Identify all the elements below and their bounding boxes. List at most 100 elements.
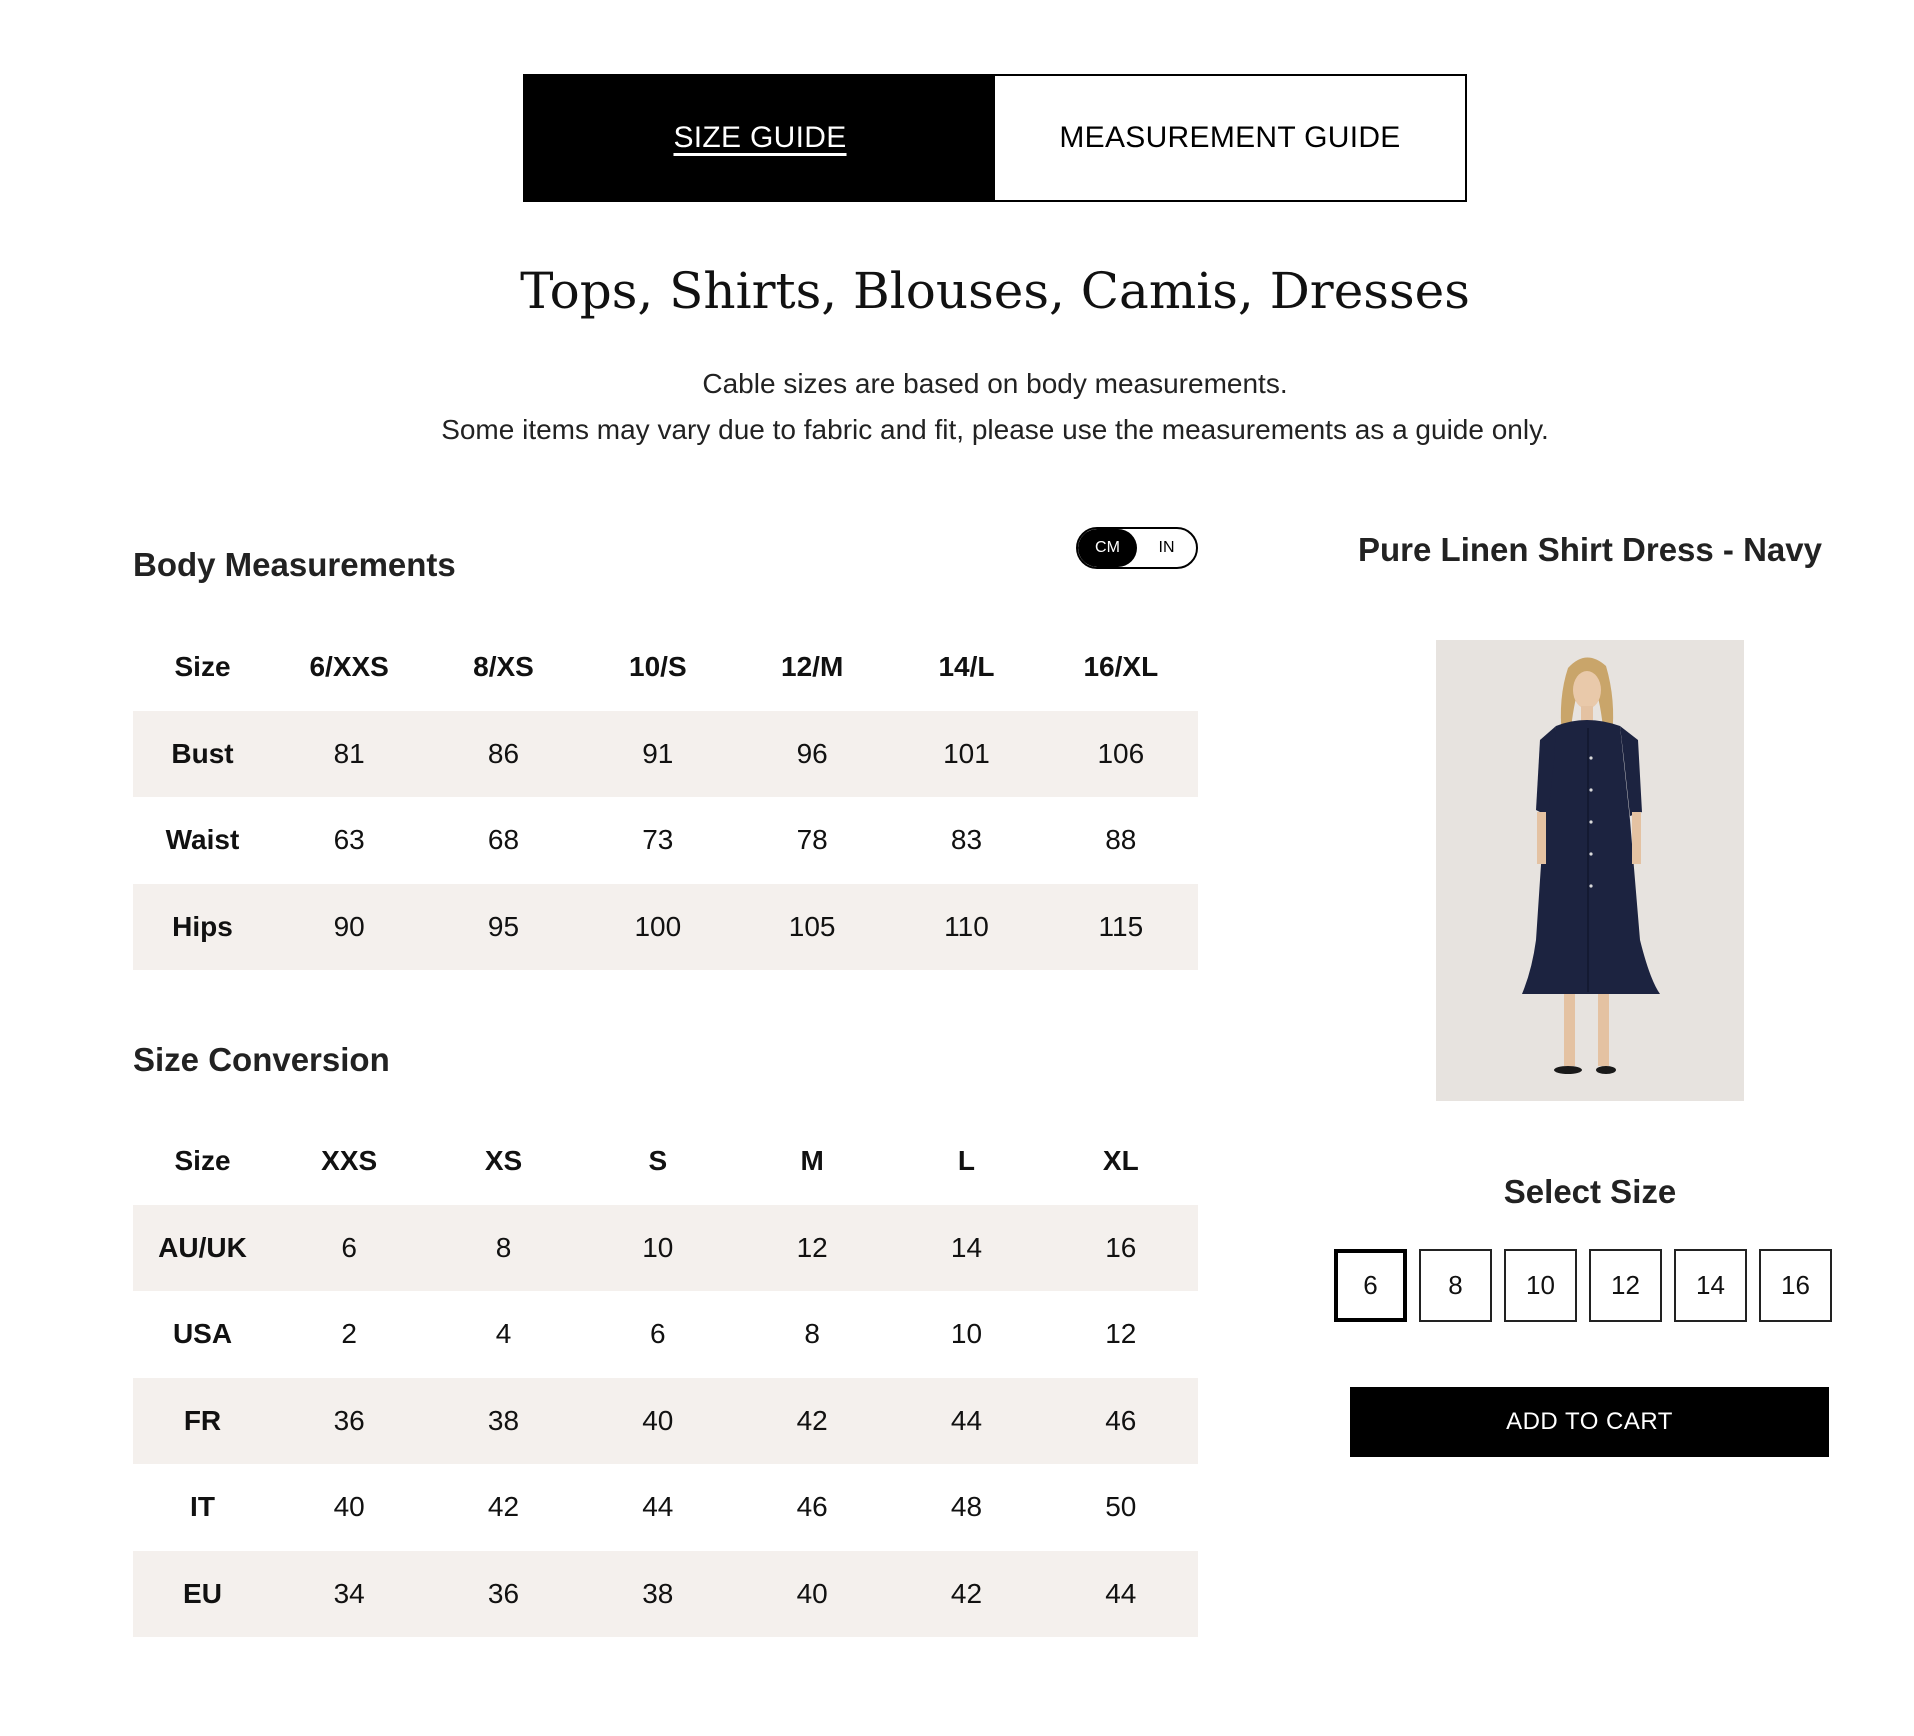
table-cell: 96 <box>734 710 890 797</box>
table-cell: 81 <box>272 710 427 797</box>
table-cell: 73 <box>642 824 674 856</box>
table-cell: 42 <box>734 1377 890 1464</box>
table-row: FR 36 38 40 42 44 46 <box>133 1377 1198 1464</box>
table-cell: 12 <box>1105 1318 1137 1350</box>
unit-toggle-cm[interactable]: CM <box>1078 529 1137 567</box>
table-cell: 91 <box>580 710 735 797</box>
column-header: M <box>800 1145 824 1177</box>
table-cell: 10 <box>580 1204 735 1291</box>
table-cell: 40 <box>333 1491 365 1523</box>
table-cell: 38 <box>426 1377 581 1464</box>
table-cell: 8 <box>804 1318 820 1350</box>
table-row: AU/UK 6 8 10 12 14 16 <box>133 1204 1198 1291</box>
table-row: IT 40 42 44 46 48 50 <box>133 1464 1198 1551</box>
body-measurements-heading: Body Measurements <box>133 546 456 583</box>
table-cell: 101 <box>889 710 1044 797</box>
row-label: USA <box>172 1318 233 1350</box>
product-name: Pure Linen Shirt Dress - Navy <box>1358 531 1822 568</box>
column-header: L <box>957 1145 976 1177</box>
table-cell: 90 <box>272 883 427 970</box>
tab-size-guide[interactable]: SIZE GUIDE <box>525 76 995 200</box>
table-cell: 46 <box>796 1491 828 1523</box>
table-cell: 86 <box>426 710 581 797</box>
table-row: EU 34 36 38 40 42 44 <box>133 1550 1198 1637</box>
size-selector: 6 8 10 12 14 16 <box>1334 1249 1832 1322</box>
add-to-cart-button[interactable]: ADD TO CART <box>1350 1387 1829 1457</box>
table-cell: 44 <box>889 1377 1044 1464</box>
tab-measurement-guide[interactable]: MEASUREMENT GUIDE <box>995 76 1465 200</box>
size-option-16[interactable]: 16 <box>1759 1249 1832 1322</box>
row-label: IT <box>190 1491 215 1523</box>
table-cell: 6 <box>272 1204 427 1291</box>
table-cell: 40 <box>734 1550 890 1637</box>
page-title: Tops, Shirts, Blouses, Camis, Dresses <box>520 262 1470 320</box>
subtitle-line-1: Cable sizes are based on body measuremen… <box>702 368 1288 399</box>
table-header-row: Size 6/XXS 8/XS 10/S 12/M 14/L 16/XL <box>133 624 1198 711</box>
table-cell: 110 <box>889 883 1044 970</box>
table-cell: 46 <box>1043 1377 1198 1464</box>
size-option-14[interactable]: 14 <box>1674 1249 1747 1322</box>
table-cell: 88 <box>1105 824 1137 856</box>
table-row: Hips 90 95 100 105 110 115 <box>133 883 1198 970</box>
table-cell: 48 <box>950 1491 983 1523</box>
table-cell: 14 <box>889 1204 1044 1291</box>
table-cell: 34 <box>272 1550 427 1637</box>
table-header-row: Size XXS XS S M L XL <box>133 1118 1198 1205</box>
size-guide-tabs: SIZE GUIDE MEASUREMENT GUIDE <box>523 74 1467 202</box>
unit-toggle[interactable]: CM IN <box>1076 527 1198 569</box>
table-cell: 44 <box>1043 1550 1198 1637</box>
size-option-6[interactable]: 6 <box>1334 1249 1407 1322</box>
column-header: 8/XS <box>473 651 534 683</box>
table-cell: 36 <box>426 1550 581 1637</box>
table-cell: 8 <box>426 1204 581 1291</box>
size-conversion-heading: Size Conversion <box>133 1041 390 1078</box>
table-cell: 16 <box>1043 1204 1198 1291</box>
table-cell: 100 <box>580 883 735 970</box>
table-cell: 105 <box>734 883 890 970</box>
subtitle-line-2: Some items may vary due to fabric and fi… <box>441 414 1549 445</box>
dress-model-illustration <box>1436 640 1744 1101</box>
row-label: Hips <box>133 883 272 970</box>
column-header: Size <box>174 651 231 683</box>
row-label: Bust <box>133 710 272 797</box>
table-row: Waist 63 68 73 78 83 88 <box>133 797 1198 884</box>
body-measurements-table: Size 6/XXS 8/XS 10/S 12/M 14/L 16/XL Bus… <box>133 624 1198 970</box>
column-header: Size <box>174 1145 231 1177</box>
product-image <box>1436 640 1744 1101</box>
table-cell: 6 <box>650 1318 666 1350</box>
table-cell: 78 <box>796 824 828 856</box>
column-header: 10/S <box>629 651 687 683</box>
table-cell: 115 <box>1043 883 1198 970</box>
size-option-8[interactable]: 8 <box>1419 1249 1492 1322</box>
table-cell: 63 <box>333 824 365 856</box>
row-label: Waist <box>165 824 240 856</box>
row-label: AU/UK <box>133 1204 272 1291</box>
table-row: Bust 81 86 91 96 101 106 <box>133 710 1198 797</box>
column-header: 12/M <box>781 651 844 683</box>
table-cell: 83 <box>950 824 983 856</box>
table-cell: 42 <box>889 1550 1044 1637</box>
table-cell: 38 <box>580 1550 735 1637</box>
table-cell: 36 <box>272 1377 427 1464</box>
column-header: 14/L <box>938 651 995 683</box>
table-cell: 2 <box>341 1318 357 1350</box>
table-cell: 44 <box>642 1491 674 1523</box>
column-header: S <box>648 1145 668 1177</box>
size-option-10[interactable]: 10 <box>1504 1249 1577 1322</box>
size-conversion-table: Size XXS XS S M L XL AU/UK 6 8 10 12 14 … <box>133 1118 1198 1637</box>
table-cell: 42 <box>487 1491 520 1523</box>
table-cell: 12 <box>734 1204 890 1291</box>
table-cell: 40 <box>580 1377 735 1464</box>
table-cell: 4 <box>495 1318 512 1350</box>
column-header: XL <box>1102 1145 1139 1177</box>
table-cell: 10 <box>950 1318 983 1350</box>
table-cell: 68 <box>487 824 520 856</box>
column-header: 16/XL <box>1083 651 1159 683</box>
table-cell: 106 <box>1043 710 1198 797</box>
table-cell: 50 <box>1105 1491 1137 1523</box>
size-option-12[interactable]: 12 <box>1589 1249 1662 1322</box>
unit-toggle-in[interactable]: IN <box>1137 529 1196 567</box>
row-label: FR <box>133 1377 272 1464</box>
table-row: USA 2 4 6 8 10 12 <box>133 1291 1198 1378</box>
row-label: EU <box>133 1550 272 1637</box>
